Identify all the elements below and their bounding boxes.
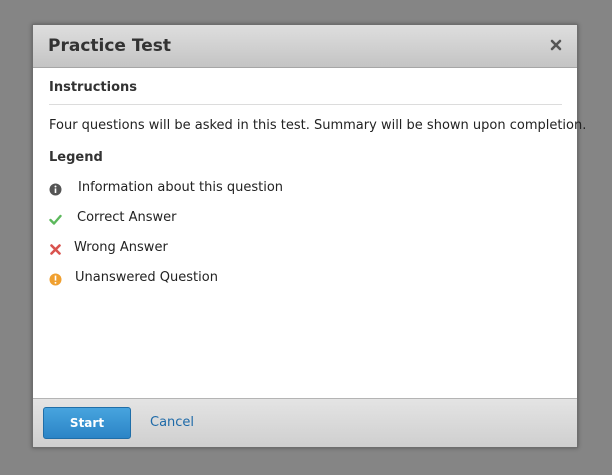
legend-label-wrong: Wrong Answer [74,240,168,255]
legend-label-info: Information about this question [78,180,284,195]
close-icon[interactable] [548,37,564,53]
legend-item-wrong: Wrong Answer [49,240,449,256]
legend-label-unanswered: Unanswered Question [75,270,218,285]
divider [49,104,562,105]
dialog-footer: Start Cancel [33,398,577,447]
legend-item-unanswered: Unanswered Question [49,270,449,286]
dialog-header: Practice Test [33,25,577,68]
cancel-link[interactable]: Cancel [150,415,194,430]
legend-heading: Legend [49,150,103,165]
info-icon [49,181,62,196]
legend-item-correct: Correct Answer [49,210,449,226]
start-button[interactable]: Start [43,407,131,439]
check-icon [49,211,62,225]
dialog-title: Practice Test [48,36,171,56]
legend-item-info: Information about this question [49,180,449,196]
instructions-heading: Instructions [49,80,138,95]
legend-label-correct: Correct Answer [77,210,177,225]
cross-icon [49,241,62,255]
practice-test-dialog: Practice Test Instructions Four question… [32,24,586,448]
instructions-text: Four questions will be asked in this tes… [49,118,587,133]
exclamation-icon [49,271,62,286]
